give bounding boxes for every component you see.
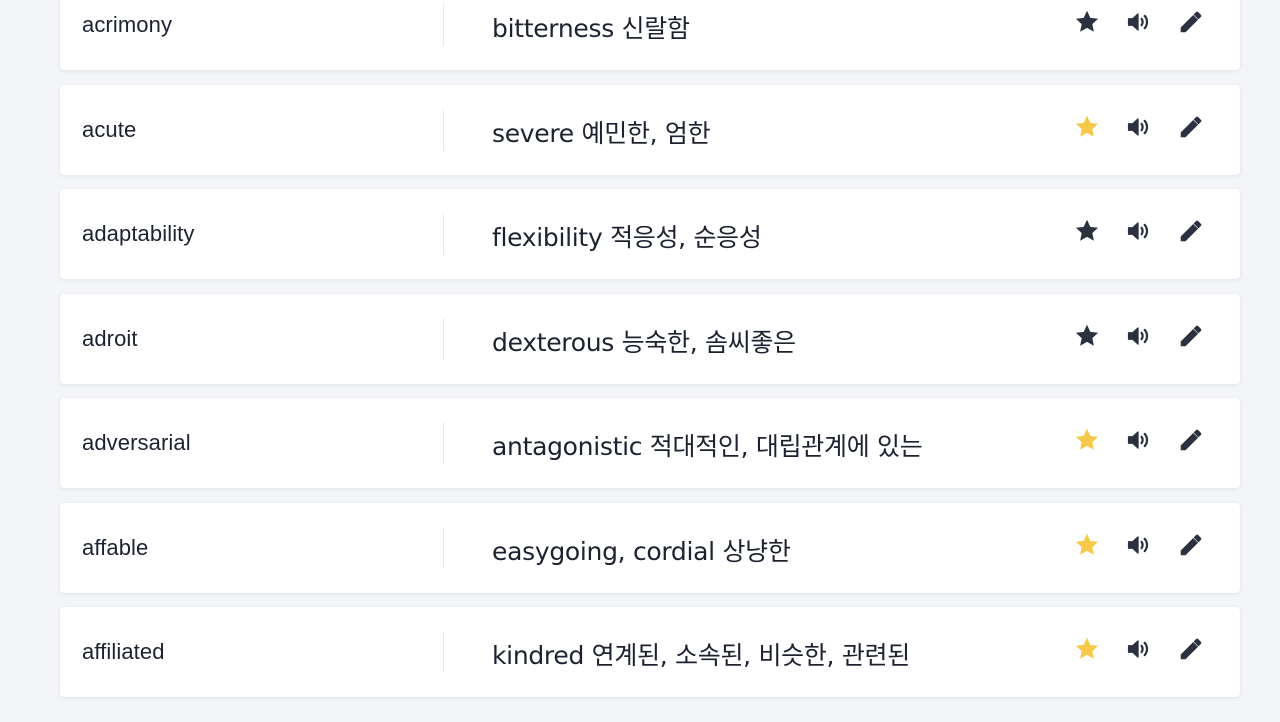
- column-divider: [443, 317, 444, 360]
- speaker-icon: [1127, 640, 1149, 658]
- word-term: adaptability: [82, 221, 195, 246]
- row-actions: [1072, 634, 1206, 664]
- word-row: affiliated kindred 연계된, 소속된, 비슷한, 관련된: [60, 607, 1240, 697]
- pencil-icon: [1180, 638, 1202, 660]
- column-divider: [443, 108, 444, 151]
- favorite-button[interactable]: [1072, 112, 1102, 142]
- star-icon: [1075, 428, 1099, 450]
- speaker-icon: [1127, 222, 1149, 240]
- star-icon: [1075, 324, 1099, 346]
- word-row: adroit dexterous 능숙한, 솜씨좋은: [60, 293, 1240, 384]
- edit-button[interactable]: [1176, 112, 1206, 142]
- pencil-icon: [1180, 325, 1202, 346]
- pencil-icon: [1180, 534, 1202, 555]
- word-term: affiliated: [82, 639, 165, 664]
- pencil-icon: [1180, 220, 1202, 242]
- column-divider: [443, 4, 444, 46]
- row-actions: [1072, 112, 1206, 142]
- row-actions: [1072, 321, 1206, 351]
- word-row: acrimony bitterness 신랄함: [60, 0, 1240, 70]
- column-divider: [443, 526, 444, 569]
- word-meaning: flexibility 적응성, 순응성: [492, 222, 762, 252]
- favorite-button[interactable]: [1072, 634, 1102, 664]
- edit-button[interactable]: [1176, 530, 1206, 560]
- word-row: acute severe 예민한, 엄한: [60, 84, 1240, 175]
- pronounce-button[interactable]: [1124, 112, 1154, 142]
- word-term: adroit: [82, 325, 138, 351]
- word-term: acrimony: [82, 12, 173, 37]
- word-meaning: dexterous 능숙한, 솜씨좋은: [492, 327, 796, 357]
- edit-button[interactable]: [1176, 425, 1206, 455]
- favorite-button[interactable]: [1072, 321, 1102, 351]
- speaker-icon: [1127, 13, 1149, 31]
- column-divider: [443, 631, 444, 673]
- word-row: adaptability flexibility 적응성, 순응성: [60, 189, 1240, 279]
- pencil-icon: [1180, 429, 1202, 451]
- speaker-icon: [1127, 431, 1149, 449]
- favorite-button[interactable]: [1072, 530, 1102, 560]
- column-divider: [443, 213, 444, 255]
- star-icon: [1075, 219, 1099, 241]
- word-meaning: severe 예민한, 엄한: [492, 118, 711, 148]
- word-meaning: bitterness 신랄함: [492, 13, 690, 43]
- speaker-icon: [1127, 117, 1149, 136]
- word-meaning: kindred 연계된, 소속된, 비슷한, 관련된: [492, 640, 910, 670]
- word-meaning: easygoing, cordial 상냥한: [492, 536, 791, 566]
- edit-button[interactable]: [1176, 7, 1206, 37]
- pronounce-button[interactable]: [1124, 425, 1154, 455]
- edit-button[interactable]: [1176, 634, 1206, 664]
- star-icon: [1075, 10, 1099, 32]
- pronounce-button[interactable]: [1124, 634, 1154, 664]
- speaker-icon: [1127, 326, 1149, 345]
- pronounce-button[interactable]: [1124, 7, 1154, 37]
- pronounce-button[interactable]: [1124, 530, 1154, 560]
- pronounce-button[interactable]: [1124, 216, 1154, 246]
- pronounce-button[interactable]: [1124, 321, 1154, 351]
- favorite-button[interactable]: [1072, 425, 1102, 455]
- pencil-icon: [1180, 11, 1202, 33]
- edit-button[interactable]: [1176, 216, 1206, 246]
- star-icon: [1075, 637, 1099, 659]
- favorite-button[interactable]: [1072, 7, 1102, 37]
- column-divider: [443, 422, 444, 464]
- word-list: acrimony bitterness 신랄함 acute severe 예민한…: [60, 0, 1240, 712]
- favorite-button[interactable]: [1072, 216, 1102, 246]
- word-row: adversarial antagonistic 적대적인, 대립관계에 있는: [60, 398, 1240, 488]
- word-meaning: antagonistic 적대적인, 대립관계에 있는: [492, 431, 923, 461]
- word-term: acute: [82, 116, 137, 142]
- row-actions: [1072, 216, 1206, 246]
- row-actions: [1072, 425, 1206, 455]
- row-actions: [1072, 7, 1206, 37]
- word-term: adversarial: [82, 430, 191, 455]
- star-icon: [1075, 115, 1099, 137]
- pencil-icon: [1180, 116, 1202, 137]
- word-row: affable easygoing, cordial 상냥한: [60, 502, 1240, 593]
- edit-button[interactable]: [1176, 321, 1206, 351]
- speaker-icon: [1127, 535, 1149, 554]
- word-term: affable: [82, 534, 149, 560]
- star-icon: [1075, 533, 1099, 555]
- row-actions: [1072, 530, 1206, 560]
